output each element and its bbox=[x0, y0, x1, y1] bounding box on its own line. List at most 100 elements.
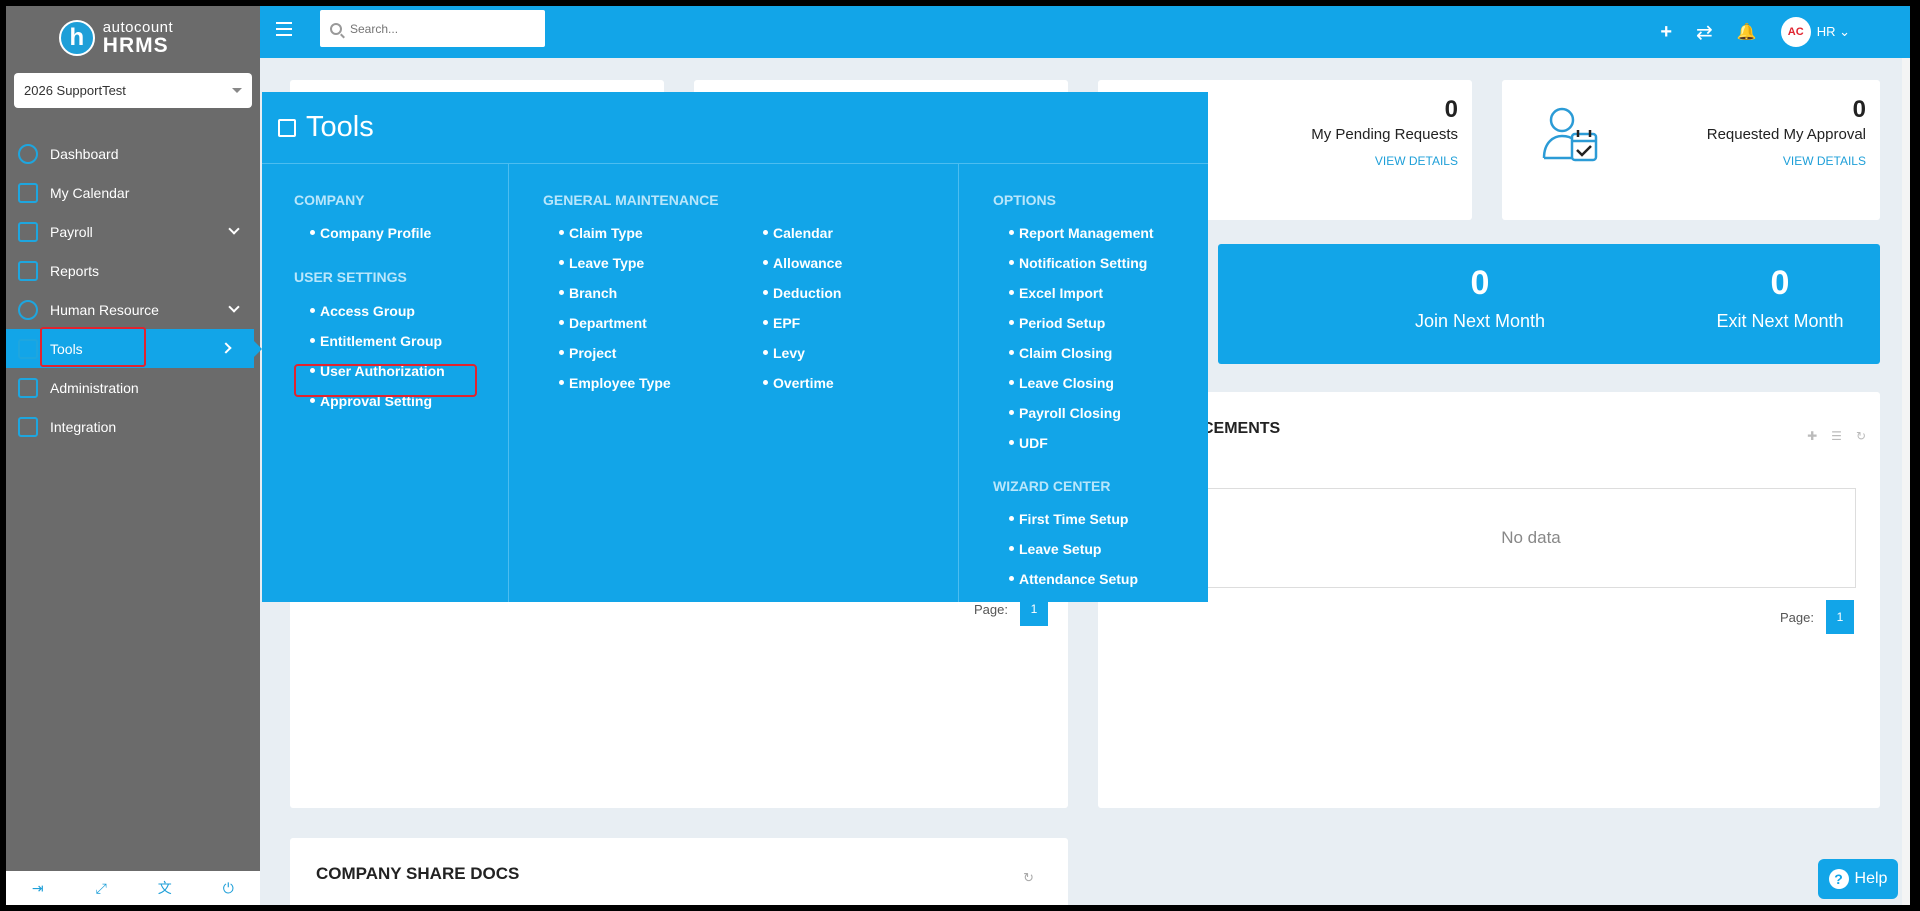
menu-attendance-setup[interactable]: Attendance Setup bbox=[1009, 571, 1138, 587]
menu-company-profile[interactable]: Company Profile bbox=[310, 225, 431, 241]
help-icon: ? bbox=[1828, 869, 1849, 889]
integration-icon bbox=[18, 416, 38, 437]
calendar-icon bbox=[18, 182, 38, 203]
logo-line2: HRMS bbox=[102, 34, 169, 57]
help-button[interactable]: ? Help bbox=[1818, 859, 1898, 899]
menu-claim-type[interactable]: Claim Type bbox=[559, 225, 643, 241]
approval-view-details-link[interactable]: VIEW DETAILS bbox=[1783, 154, 1866, 168]
app-frame: h autocount HRMS 2026 SupportTest Dashbo… bbox=[6, 6, 1910, 905]
tools-highlight-box bbox=[40, 327, 146, 367]
payroll-icon bbox=[18, 221, 38, 242]
search-input[interactable] bbox=[350, 21, 530, 36]
logo-line1: autocount bbox=[102, 19, 174, 36]
sidebar-item-label: Reports bbox=[50, 262, 100, 279]
section-wizard-center: WIZARD CENTER bbox=[993, 478, 1111, 494]
sidebar-item-integration[interactable]: Integration bbox=[6, 407, 260, 446]
add-icon[interactable]: ✚ bbox=[1807, 429, 1817, 443]
pending-label: My Pending Requests bbox=[1311, 126, 1458, 143]
menu-entitlement-group[interactable]: Entitlement Group bbox=[310, 333, 442, 349]
sidebar-item-my-calendar[interactable]: My Calendar bbox=[6, 173, 260, 212]
search-box[interactable] bbox=[320, 10, 545, 47]
announcements-card bbox=[1098, 392, 1880, 808]
menu-first-time-setup[interactable]: First Time Setup bbox=[1009, 511, 1128, 527]
tools-mega-menu: Tools COMPANY Company Profile USER SETTI… bbox=[262, 92, 1208, 602]
menu-calendar[interactable]: Calendar bbox=[763, 225, 833, 241]
menu-period-setup[interactable]: Period Setup bbox=[1009, 315, 1105, 331]
chevron-down-icon bbox=[228, 301, 240, 313]
headcount-banner: 0 Join Next Month 0 Exit Next Month bbox=[1218, 244, 1880, 364]
section-user-settings: USER SETTINGS bbox=[294, 269, 407, 285]
menu-department[interactable]: Department bbox=[559, 315, 647, 331]
menu-excel-import[interactable]: Excel Import bbox=[1009, 285, 1103, 301]
mega-col-options: OPTIONS Report Management Notification S… bbox=[959, 164, 1208, 602]
pending-count: 0 bbox=[1444, 96, 1458, 123]
sidebar-item-reports[interactable]: Reports bbox=[6, 251, 260, 290]
fullscreen-icon[interactable]: ⤢ bbox=[94, 880, 108, 896]
menu-leave-type[interactable]: Leave Type bbox=[559, 255, 644, 271]
brand-logo[interactable]: h autocount HRMS bbox=[6, 6, 260, 70]
menu-leave-closing[interactable]: Leave Closing bbox=[1009, 375, 1114, 391]
menu-leave-setup[interactable]: Leave Setup bbox=[1009, 541, 1101, 557]
menu-claim-closing[interactable]: Claim Closing bbox=[1009, 345, 1112, 361]
sidebar-item-label: Integration bbox=[50, 418, 117, 435]
menu-branch[interactable]: Branch bbox=[559, 285, 617, 301]
menu-allowance[interactable]: Allowance bbox=[763, 255, 842, 271]
menu-notification-setting[interactable]: Notification Setting bbox=[1009, 255, 1147, 271]
join-next-month: 0 Join Next Month bbox=[1414, 264, 1546, 331]
reports-icon bbox=[18, 260, 38, 281]
section-general-maintenance: GENERAL MAINTENANCE bbox=[543, 192, 719, 208]
logout-icon[interactable]: ⇥ bbox=[31, 880, 45, 896]
user-authorization-highlight-box bbox=[294, 364, 477, 397]
menu-deduction[interactable]: Deduction bbox=[763, 285, 841, 301]
menu-epf[interactable]: EPF bbox=[763, 315, 800, 331]
power-icon[interactable]: ⏻ bbox=[221, 880, 235, 896]
company-share-docs-card: COMPANY SHARE DOCS ↻ bbox=[290, 838, 1068, 905]
list-icon[interactable]: ☰ bbox=[1831, 429, 1842, 443]
refresh-icon[interactable]: ↻ bbox=[1023, 870, 1034, 886]
user-calendar-icon bbox=[1542, 107, 1598, 162]
user-menu[interactable]: HR ⌄ bbox=[1817, 24, 1850, 40]
menu-report-management[interactable]: Report Management bbox=[1009, 225, 1154, 241]
exit-next-month: 0 Exit Next Month bbox=[1716, 264, 1844, 331]
menu-toggle-icon[interactable] bbox=[276, 22, 292, 36]
pending-view-details-link[interactable]: VIEW DETAILS bbox=[1375, 154, 1458, 168]
tools-icon bbox=[278, 118, 296, 137]
sidebar-item-label: Dashboard bbox=[50, 145, 119, 162]
sidebar-item-payroll[interactable]: Payroll bbox=[6, 212, 260, 251]
page-button[interactable]: 1 bbox=[1825, 600, 1854, 634]
administration-icon bbox=[18, 377, 38, 398]
sidebar-item-dashboard[interactable]: Dashboard bbox=[6, 134, 260, 173]
logo-mark: h bbox=[58, 20, 95, 56]
sync-icon[interactable]: ⇄ bbox=[1696, 20, 1713, 45]
section-company: COMPANY bbox=[294, 192, 365, 208]
caret-down-icon bbox=[232, 88, 242, 93]
sidebar-item-human-resource[interactable]: Human Resource bbox=[6, 290, 260, 329]
sidebar-item-administration[interactable]: Administration bbox=[6, 368, 260, 407]
menu-access-group[interactable]: Access Group bbox=[310, 303, 415, 319]
menu-project[interactable]: Project bbox=[559, 345, 616, 361]
menu-levy[interactable]: Levy bbox=[763, 345, 805, 361]
docs-title: COMPANY SHARE DOCS bbox=[316, 864, 520, 883]
avatar[interactable]: AC bbox=[1780, 17, 1811, 47]
page-scrollbar[interactable] bbox=[1902, 58, 1910, 905]
menu-payroll-closing[interactable]: Payroll Closing bbox=[1009, 405, 1121, 421]
sidebar-item-label: Administration bbox=[50, 379, 139, 396]
mega-menu-title: Tools bbox=[306, 111, 374, 143]
bell-icon[interactable]: 🔔 bbox=[1737, 22, 1757, 42]
refresh-icon[interactable]: ↻ bbox=[1856, 429, 1866, 443]
approval-label: Requested My Approval bbox=[1706, 126, 1866, 143]
approval-count: 0 bbox=[1852, 96, 1866, 123]
sidebar-nav: Dashboard My Calendar Payroll Reports Hu… bbox=[6, 134, 262, 446]
company-select[interactable]: 2026 SupportTest bbox=[14, 73, 252, 108]
announcements-pager: Page: 1 bbox=[1780, 600, 1854, 634]
company-select-value: 2026 SupportTest bbox=[24, 83, 126, 98]
menu-employee-type[interactable]: Employee Type bbox=[559, 375, 671, 391]
menu-udf[interactable]: UDF bbox=[1009, 435, 1048, 451]
mega-col-general: GENERAL MAINTENANCE Claim Type Leave Typ… bbox=[509, 164, 959, 602]
language-icon[interactable]: 文 bbox=[158, 880, 172, 896]
sidebar-item-label: Human Resource bbox=[50, 301, 159, 318]
chevron-right-icon bbox=[220, 342, 232, 354]
sidebar-item-label: My Calendar bbox=[50, 184, 130, 201]
menu-overtime[interactable]: Overtime bbox=[763, 375, 834, 391]
add-icon[interactable]: + bbox=[1660, 21, 1672, 44]
